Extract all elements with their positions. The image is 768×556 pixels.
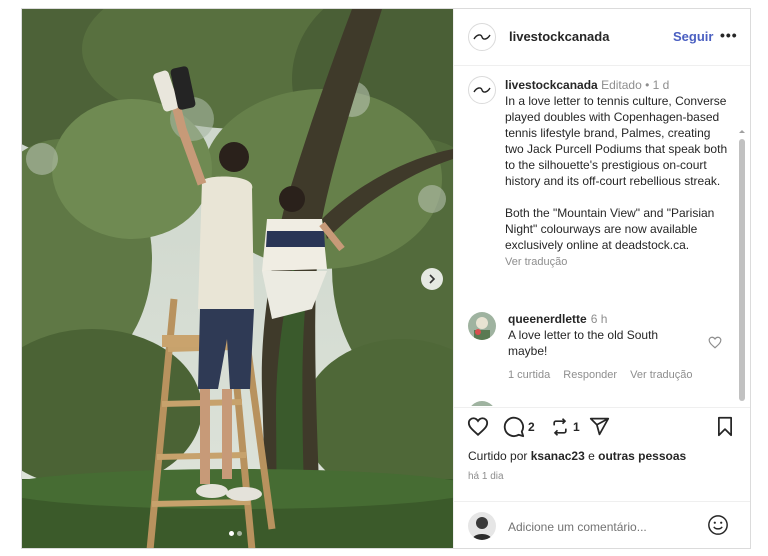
avatar[interactable] — [468, 312, 496, 340]
carousel-dots — [229, 531, 242, 536]
comment: queenerdlette 6 h — [508, 403, 607, 406]
likes-connector: e — [588, 449, 595, 463]
chevron-right-icon — [429, 274, 436, 284]
caption: livestockcanada Editado • 1 d In a love … — [505, 77, 730, 270]
avatar[interactable] — [468, 512, 496, 540]
caption-paragraph: Both the "Mountain View" and "Parisian N… — [505, 206, 715, 252]
commenter-avatar-image — [468, 401, 496, 406]
emoji-smile-icon — [708, 515, 728, 535]
comment: queenerdlette 6 h A love letter to the ol… — [508, 311, 698, 359]
caption-meta: Editado • 1 d — [601, 78, 670, 92]
heart-icon — [467, 417, 489, 436]
comment-actions: 1 curtida Responder Ver tradução — [508, 369, 703, 381]
comment-username[interactable]: queenerdlette — [508, 404, 587, 406]
more-options-button[interactable]: ••• — [720, 27, 738, 43]
like-button[interactable] — [467, 416, 489, 437]
likes-others-link[interactable]: outras pessoas — [598, 449, 686, 463]
comment-likes-link[interactable]: 1 curtida — [508, 369, 550, 381]
current-user-avatar-image — [468, 512, 496, 540]
likes-summary: Curtido por ksanac23 e outras pessoas — [468, 449, 686, 463]
share-paper-plane-icon — [589, 417, 610, 436]
comment-time: 6 h — [590, 312, 608, 326]
post-actions: 2 1 — [454, 407, 750, 448]
brand-logo-icon — [473, 87, 491, 93]
comment-text: A love letter to the old South maybe! — [508, 328, 659, 358]
caption-text: In a love letter to tennis culture, Conv… — [505, 93, 730, 253]
avatar[interactable] — [468, 23, 496, 51]
emoji-button[interactable] — [707, 514, 729, 541]
comment-button[interactable]: 2 — [503, 416, 535, 438]
comment-like-button[interactable] — [708, 336, 722, 354]
carousel-next-button[interactable] — [421, 268, 443, 290]
caption-paragraph: In a love letter to tennis culture, Conv… — [505, 94, 728, 188]
scrollbar-thumb[interactable] — [739, 139, 745, 401]
share-button[interactable] — [589, 416, 610, 437]
bookmark-icon — [718, 416, 732, 437]
avatar[interactable] — [468, 401, 496, 406]
save-button[interactable] — [716, 416, 734, 437]
caption-username[interactable]: livestockcanada — [505, 78, 598, 92]
post-side-panel: livestockcanada Seguir ••• livestockcana… — [453, 9, 750, 548]
post-modal: livestockcanada Seguir ••• livestockcana… — [21, 8, 751, 549]
repost-button[interactable]: 1 — [550, 416, 580, 438]
scroll-up-icon[interactable] — [735, 127, 749, 135]
avatar[interactable] — [468, 76, 496, 104]
brand-logo-icon — [473, 34, 491, 40]
follow-button[interactable]: Seguir — [673, 29, 713, 44]
comments-scrollbar[interactable] — [735, 123, 749, 406]
heart-icon — [708, 336, 722, 349]
repost-icon — [553, 418, 567, 436]
post-time[interactable]: há 1 dia — [468, 471, 504, 482]
add-comment-bar — [454, 501, 750, 548]
see-translation-link[interactable]: Ver tradução — [505, 254, 730, 270]
carousel-dot[interactable] — [229, 531, 234, 536]
comment-time: 6 h — [591, 404, 608, 406]
commenter-avatar-image — [468, 312, 496, 340]
comment-input[interactable] — [506, 516, 700, 538]
liked-by-user[interactable]: ksanac23 — [531, 449, 585, 463]
comment-count: 2 — [528, 420, 535, 434]
reply-button[interactable]: Responder — [563, 369, 617, 381]
comments-list[interactable]: livestockcanada Editado • 1 d In a love … — [454, 66, 750, 406]
post-photo[interactable] — [22, 9, 453, 548]
carousel-dot[interactable] — [237, 531, 242, 536]
see-translation-link[interactable]: Ver tradução — [630, 369, 692, 381]
post-header: livestockcanada Seguir ••• — [454, 9, 750, 66]
likes-prefix: Curtido por — [468, 449, 528, 463]
photo-image — [22, 9, 453, 548]
comment-bubble-icon — [503, 416, 525, 438]
comment-username[interactable]: queenerdlette — [508, 312, 587, 326]
repost-count: 1 — [573, 420, 580, 434]
post-username[interactable]: livestockcanada — [509, 29, 609, 44]
